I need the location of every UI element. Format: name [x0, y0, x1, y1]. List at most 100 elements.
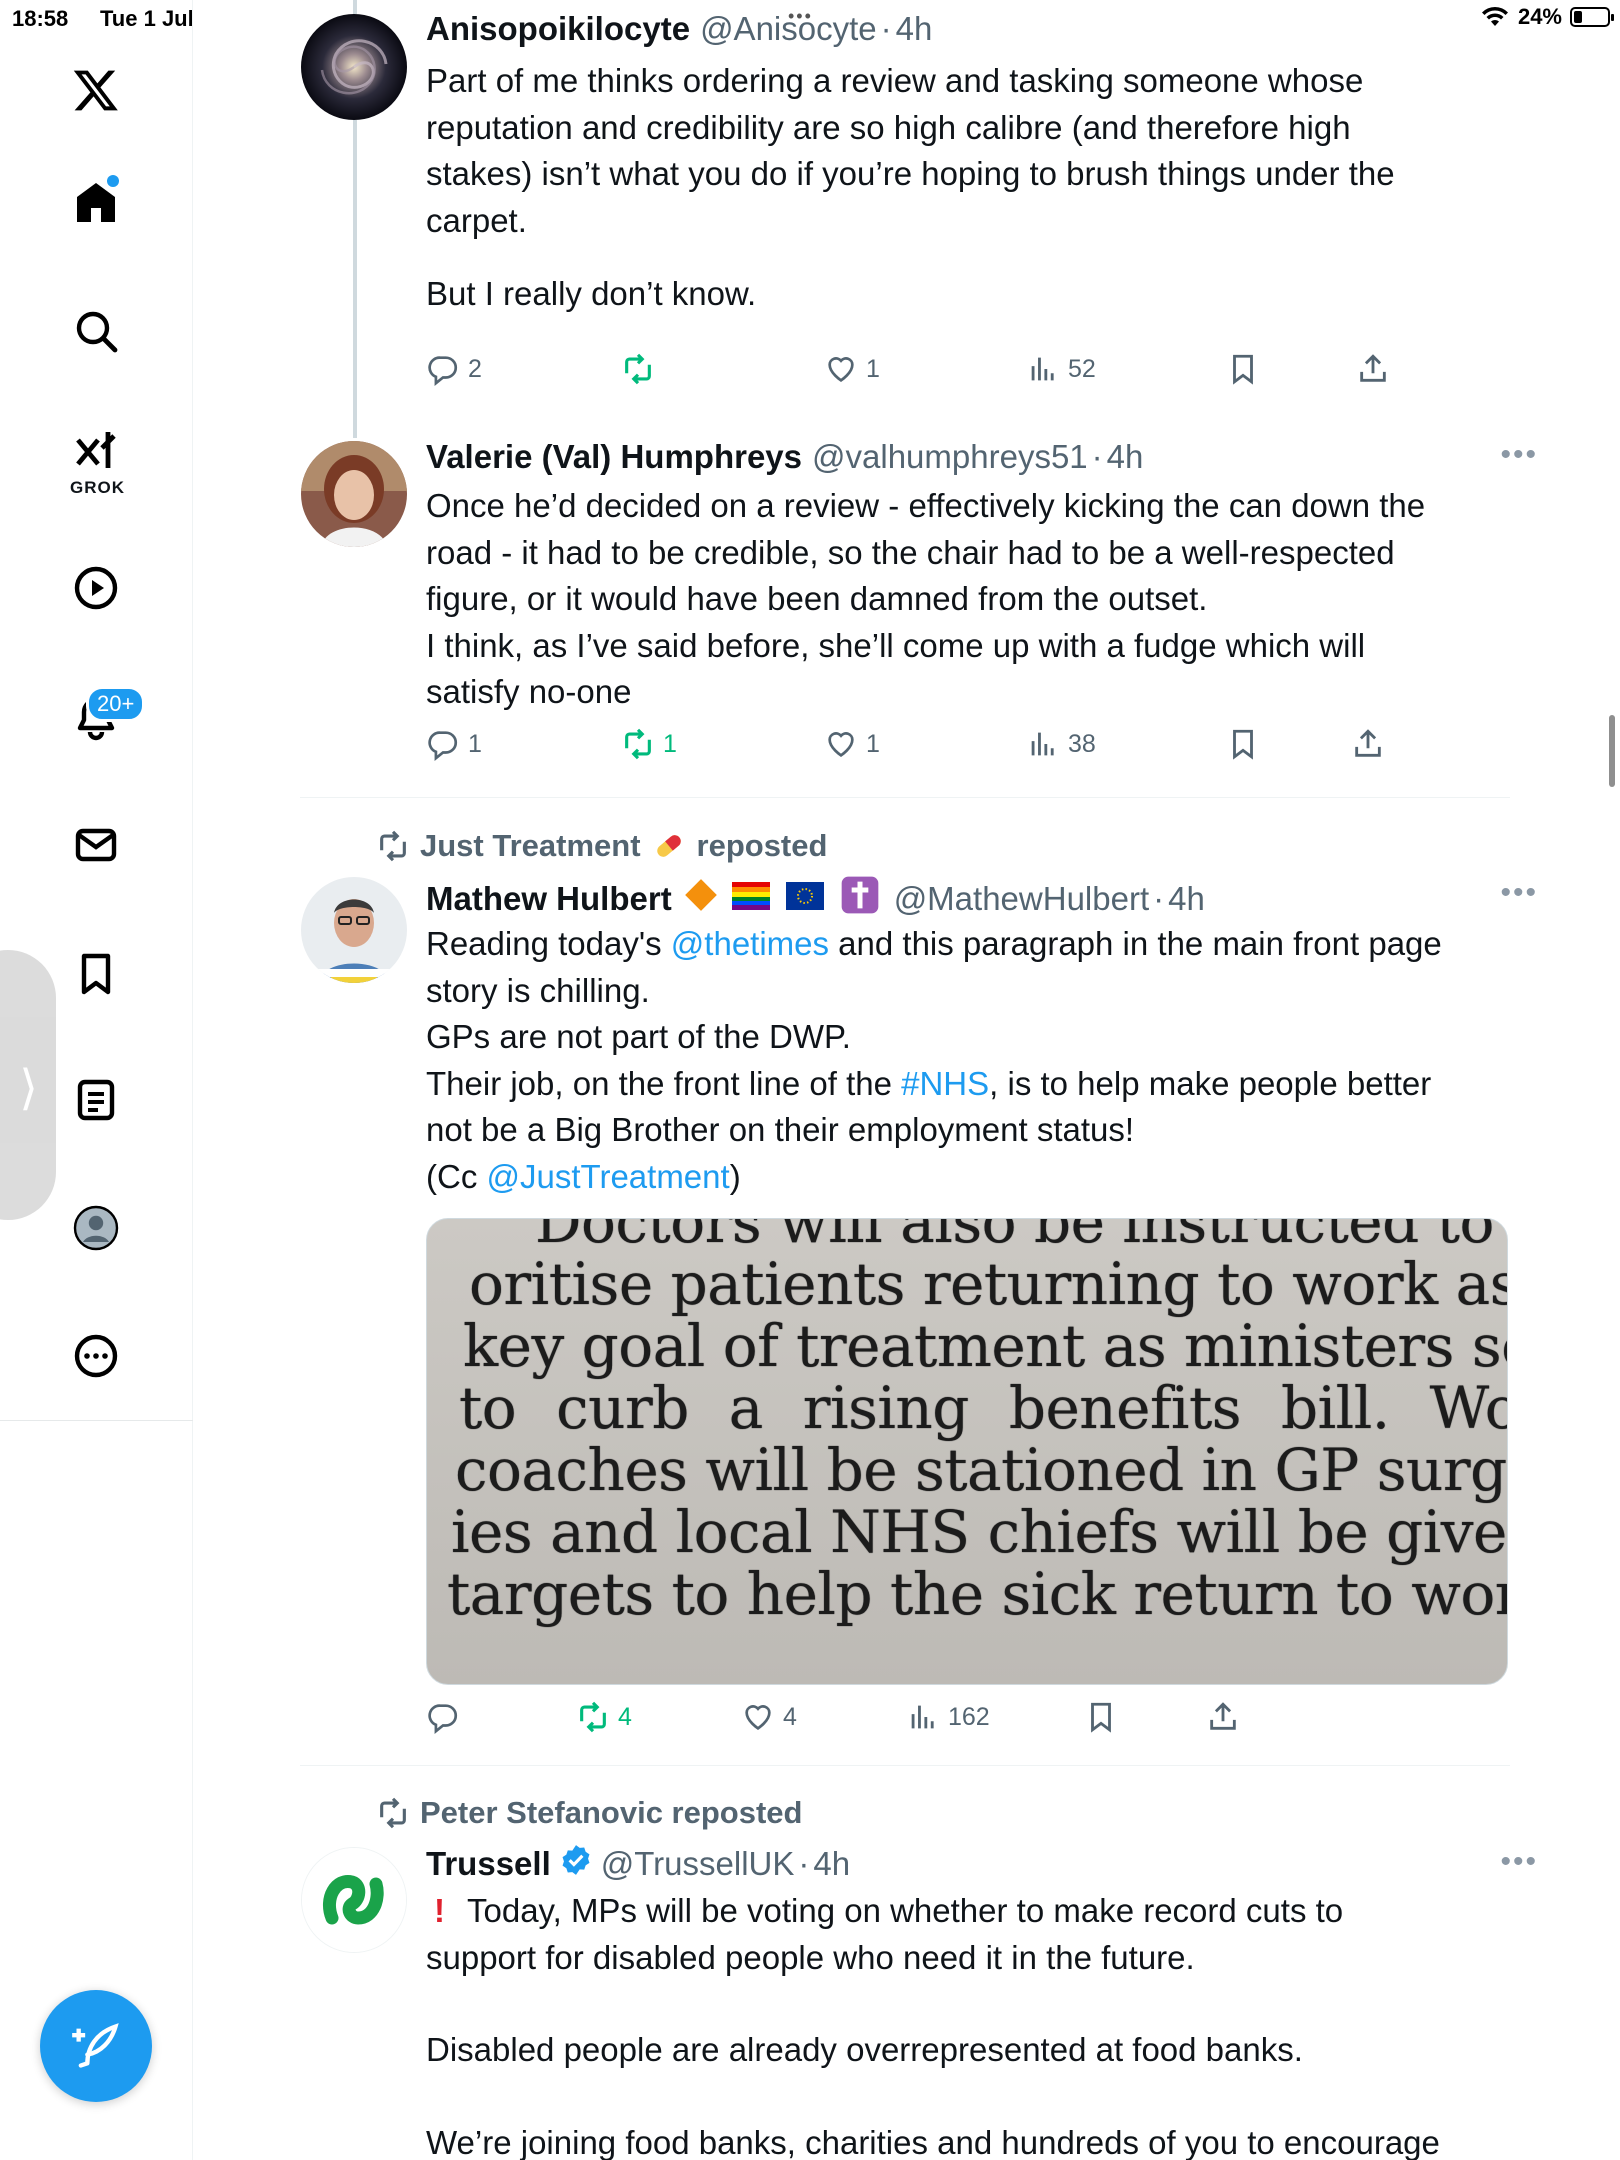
clip-line: to curb a rising benefits bill. Work	[459, 1374, 1508, 1442]
compose-icon	[72, 2023, 119, 2068]
text-line: not be a Big Brother on their employment…	[426, 1111, 1135, 1148]
text-line: story is chilling.	[426, 971, 650, 1009]
views-button[interactable]: 52	[1026, 352, 1096, 386]
reposted-suffix: reposted	[696, 828, 828, 863]
repost-button[interactable]	[621, 352, 655, 386]
repost-context[interactable]: Just Treatment reposted	[376, 828, 827, 864]
like-button[interactable]: 1	[824, 352, 880, 386]
chevron-right-icon: ⟩	[19, 1062, 38, 1115]
views-icon	[1031, 357, 1054, 381]
repost-button[interactable]: 1	[621, 727, 677, 761]
author-handle[interactable]: @Anisocyte	[700, 10, 877, 48]
reply-icon	[428, 1704, 458, 1734]
mention-link[interactable]: @thetimes	[671, 925, 829, 962]
tweet-header: Anisopoikilocyte @Anisocyte · 4h	[426, 10, 932, 48]
reply-button[interactable]	[426, 1700, 460, 1734]
hashtag-link[interactable]: #NHS	[901, 1065, 989, 1102]
text-line: Reading today's @thetimes and this parag…	[426, 921, 1506, 968]
views-button[interactable]: 38	[1026, 727, 1096, 761]
text-line: satisfy no-one	[426, 673, 632, 710]
author-name[interactable]: Mathew Hulbert	[426, 880, 672, 918]
share-icon	[1355, 729, 1381, 757]
latin-cross-emoji-icon	[840, 875, 880, 923]
repost-icon	[380, 1797, 406, 1829]
drawer-handle[interactable]: ⟩	[0, 950, 56, 1220]
compose-button[interactable]	[40, 1990, 152, 2102]
avatar[interactable]	[301, 877, 407, 983]
video-icon[interactable]	[60, 552, 132, 624]
tweet-text: Once he’d decided on a review - effectiv…	[426, 483, 1506, 716]
lists-icon[interactable]	[60, 1064, 132, 1136]
avatar[interactable]	[301, 14, 407, 120]
more-options-icon[interactable]: •••	[1500, 438, 1538, 472]
newspaper-clipping: Doctors will also be instructed to pri- …	[427, 1219, 1508, 1684]
bookmark-button[interactable]	[1226, 727, 1260, 761]
tweet-text: Part of me thinks ordering a review and …	[426, 58, 1506, 318]
text-line: But I really don’t know.	[426, 275, 757, 312]
text-segment: Today, MPs will be voting on whether to …	[467, 1892, 1344, 1929]
bookmark-icon	[1233, 729, 1253, 760]
clip-line: ies and local NHS chiefs will be given	[451, 1498, 1508, 1566]
separator-dot: ·	[1091, 438, 1103, 475]
separator-dot: ·	[880, 10, 892, 47]
tweet-time[interactable]: 4h	[896, 10, 933, 48]
more-options-icon[interactable]: •••	[1500, 1845, 1538, 1879]
avatar[interactable]	[301, 1847, 407, 1953]
repost-button[interactable]: 4	[576, 1700, 632, 1734]
tweet-time[interactable]: 4h	[1107, 438, 1144, 476]
text-segment: Reading today's	[426, 925, 671, 962]
tweet-time[interactable]: 4h	[813, 1845, 850, 1883]
clip-line: targets to help the sick return to work.	[447, 1560, 1508, 1628]
share-icon	[1360, 354, 1386, 382]
author-handle[interactable]: @MathewHulbert	[894, 880, 1149, 918]
share-button[interactable]	[1206, 1700, 1240, 1734]
search-icon[interactable]	[60, 295, 132, 367]
x-logo-icon[interactable]	[60, 54, 132, 126]
like-count: 1	[866, 729, 880, 758]
messages-icon[interactable]	[60, 809, 132, 881]
views-count: 38	[1068, 729, 1096, 758]
text-line: reputation and credibility are so high c…	[426, 108, 1351, 146]
more-options-icon[interactable]: •••	[1500, 876, 1538, 910]
profile-icon[interactable]	[60, 1192, 132, 1264]
repost-context[interactable]: Peter Stefanovic reposted	[376, 1795, 802, 1831]
heart-icon	[828, 357, 854, 382]
share-button[interactable]	[1351, 727, 1385, 761]
bookmark-button[interactable]	[1226, 352, 1260, 386]
scrollbar[interactable]	[1609, 715, 1615, 787]
like-button[interactable]: 1	[824, 727, 880, 761]
avatar[interactable]	[301, 441, 407, 547]
tweet-text: Reading today's @thetimes and this parag…	[426, 921, 1506, 1200]
author-name[interactable]: Anisopoikilocyte	[426, 10, 690, 48]
share-button[interactable]	[1356, 352, 1390, 386]
author-handle[interactable]: @valhumphreys51	[812, 438, 1088, 476]
home-icon[interactable]	[60, 166, 132, 238]
reply-button[interactable]: 1	[426, 727, 482, 761]
tweet-image[interactable]: Doctors will also be instructed to pri- …	[426, 1218, 1508, 1685]
text-line: Part of me thinks ordering a review and …	[426, 62, 1364, 99]
author-handle[interactable]: @TrussellUK	[601, 1845, 795, 1883]
tweet-header: Mathew Hulbert @MathewHulbert · 4h	[426, 875, 1205, 923]
like-button[interactable]: 4	[741, 1700, 797, 1734]
mention-link[interactable]: @JustTreatment	[487, 1158, 730, 1195]
text-line: support for disabled people who need it …	[426, 1938, 1195, 1976]
tweet-time[interactable]: 4h	[1168, 880, 1205, 918]
author-name[interactable]: Trussell	[426, 1845, 551, 1883]
text-line: carpet.	[426, 201, 527, 239]
text-line: Their job, on the front line of the #NHS…	[426, 1061, 1506, 1108]
bookmarks-icon[interactable]	[60, 938, 132, 1010]
text-line: figure, or it would have been damned fro…	[426, 580, 1208, 617]
views-button[interactable]: 162	[906, 1700, 990, 1734]
reposted-by: Just Treatment	[420, 828, 641, 863]
text-segment: and this paragraph in the main front pag…	[829, 925, 1442, 962]
text-segment: (Cc	[426, 1157, 487, 1195]
more-icon[interactable]	[60, 1320, 132, 1392]
reply-count: 1	[468, 729, 482, 758]
reply-button[interactable]: 2	[426, 352, 482, 386]
author-name[interactable]: Valerie (Val) Humphreys	[426, 438, 802, 476]
tweet-header: Valerie (Val) Humphreys @valhumphreys51 …	[426, 438, 1143, 476]
text-line: Disabled people are already overrepresen…	[426, 2031, 1303, 2068]
bookmark-button[interactable]	[1084, 1700, 1118, 1734]
views-count: 52	[1068, 354, 1096, 383]
thread-line	[353, 120, 357, 438]
